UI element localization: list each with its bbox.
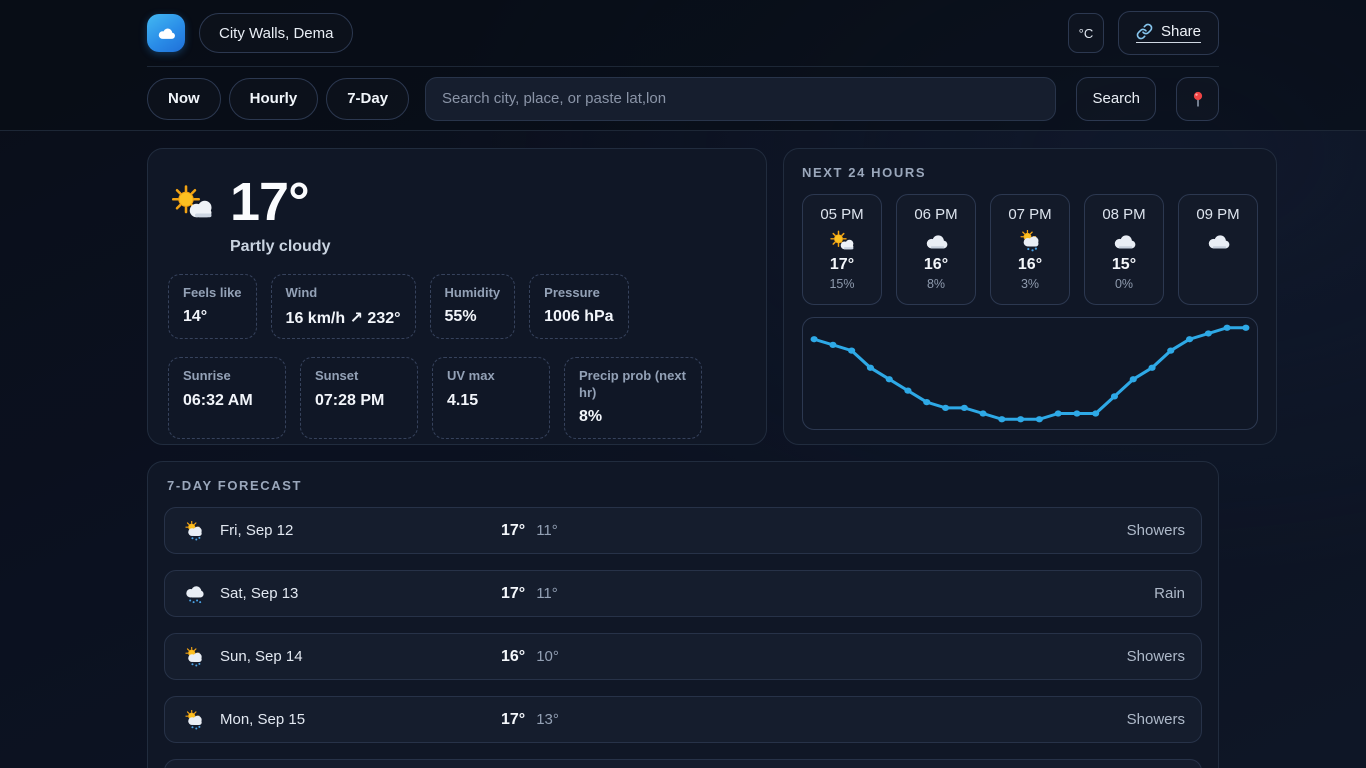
day-high-temp: 17° [501,711,525,729]
hourly-tiles-row: 05 PM 17° 15% 06 PM 16° 8% 07 PM 16° 3% [802,194,1258,305]
current-condition: Partly cloudy [230,238,330,256]
share-label: Share [1161,23,1201,40]
day-row-sat[interactable]: Sat, Sep 13 17° 11° Rain [164,570,1202,617]
current-temperature: 17° [230,175,330,229]
day-high-temp: 17° [501,522,525,540]
locate-button[interactable] [1176,77,1219,121]
day-high-temp: 17° [501,585,525,603]
tab-7-day[interactable]: 7-Day [326,78,409,120]
title-row: City Walls, Dema °C Share [147,0,1219,67]
day-condition: Rain [1154,585,1185,602]
hour-tile-6pm: 06 PM 16° 8% [896,194,976,305]
sun-behind-rain-cloud-icon [181,647,207,667]
rain-cloud-icon [181,584,207,604]
stat-humidity: Humidity 55% [430,274,516,339]
day-low-temp: 10° [536,648,559,665]
sun-behind-rain-cloud-icon [181,521,207,541]
current-conditions-card: 17° Partly cloudy Feels like 14° Wind 16… [147,148,767,445]
link-icon [1136,23,1153,40]
hourly-temp-chart-panel [802,317,1258,430]
app-header: City Walls, Dema °C Share Now Hourly 7-D… [0,0,1366,131]
share-button-content: Share [1136,23,1201,43]
day-low-temp: 13° [536,711,559,728]
stat-sunrise: Sunrise 06:32 AM [168,357,286,439]
stat-sunset: Sunset 07:28 PM [300,357,418,439]
day-low-temp: 11° [536,585,558,602]
day-row-partial[interactable] [164,759,1202,768]
cloud-icon [1110,230,1138,252]
location-label: City Walls, Dema [219,25,333,42]
hour-tile-7pm: 07 PM 16° 3% [990,194,1070,305]
nav-row: Now Hourly 7-Day Search [147,67,1219,130]
unit-toggle-button[interactable]: °C [1068,13,1104,53]
share-button[interactable]: Share [1118,11,1219,55]
day-condition: Showers [1127,522,1185,539]
day-condition: Showers [1127,648,1185,665]
tab-now[interactable]: Now [147,78,221,120]
stats-row-2: Sunrise 06:32 AM Sunset 07:28 PM UV max … [168,357,746,439]
sun-behind-rain-cloud-icon [181,710,207,730]
tab-hourly[interactable]: Hourly [229,78,319,120]
round-pushpin-icon [1189,90,1207,108]
cloud-icon [155,24,177,42]
stat-pressure: Pressure 1006 hPa [529,274,628,339]
hour-tile-9pm: 09 PM [1178,194,1258,305]
location-chip[interactable]: City Walls, Dema [199,13,353,53]
day-high-temp: 16° [501,648,525,666]
stat-feels-like: Feels like 14° [168,274,257,339]
stat-precip-prob: Precip prob (next hr) 8% [564,357,702,439]
hour-tile-8pm: 08 PM 15° 0% [1084,194,1164,305]
day-condition: Showers [1127,711,1185,728]
current-header: 17° Partly cloudy [168,175,746,256]
day-row-fri[interactable]: Fri, Sep 12 17° 11° Showers [164,507,1202,554]
cloud-icon [1204,230,1232,252]
day-low-temp: 11° [536,522,558,539]
day-row-mon[interactable]: Mon, Sep 15 17° 13° Showers [164,696,1202,743]
hour-tile-5pm: 05 PM 17° 15% [802,194,882,305]
stat-uv-max: UV max 4.15 [432,357,550,439]
stat-wind: Wind 16 km/h ↗ 232° [271,274,416,339]
next-24-hours-card: NEXT 24 HOURS 05 PM 17° 15% 06 PM 16° 8%… [783,148,1277,445]
seven-day-forecast-title: 7-DAY FORECAST [164,478,1202,493]
seven-day-forecast-card: 7-DAY FORECAST Fri, Sep 12 17° 11° Showe… [147,461,1219,768]
next-24-hours-title: NEXT 24 HOURS [802,165,1258,180]
app-logo [147,14,185,52]
search-button[interactable]: Search [1076,77,1156,121]
day-row-sun[interactable]: Sun, Sep 14 16° 10° Showers [164,633,1202,680]
top-cards-grid: 17° Partly cloudy Feels like 14° Wind 16… [147,148,1219,445]
search-input[interactable] [425,77,1056,121]
cloud-icon [922,230,950,252]
day-rows: Fri, Sep 12 17° 11° Showers Sat, Sep 13 … [164,507,1202,768]
sun-behind-cloud-icon [168,183,216,223]
hourly-temp-chart [803,318,1257,429]
stats-row-1: Feels like 14° Wind 16 km/h ↗ 232° Humid… [168,274,746,339]
sun-behind-rain-cloud-icon [1016,230,1044,252]
sun-behind-cloud-icon [828,230,856,252]
